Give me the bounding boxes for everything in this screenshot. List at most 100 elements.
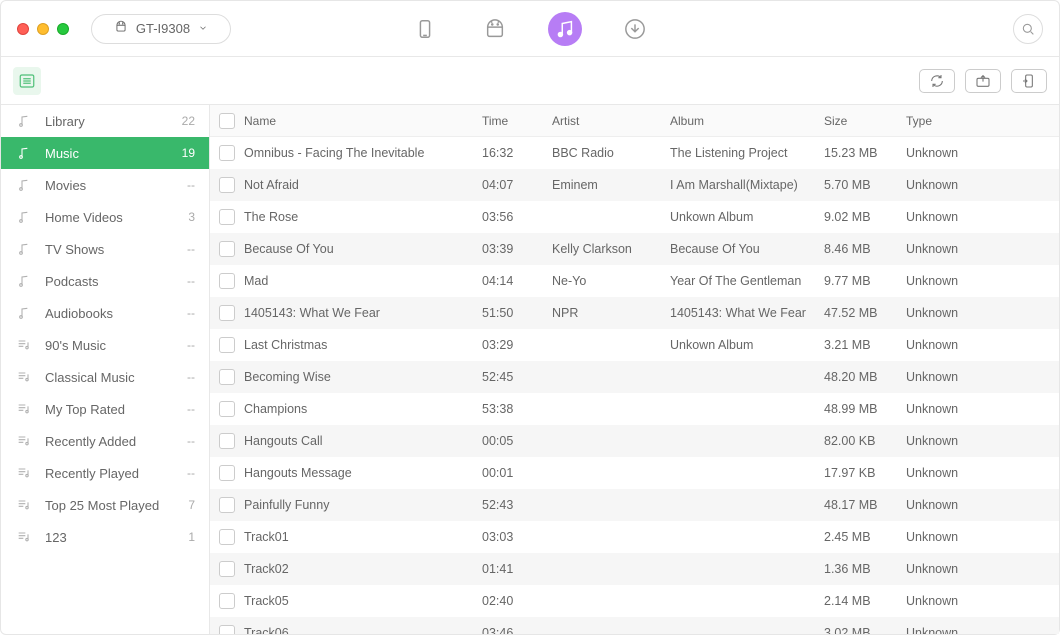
- sidebar-item[interactable]: Music 19: [1, 137, 209, 169]
- chevron-down-icon: [198, 21, 208, 36]
- sidebar-item-label: TV Shows: [45, 242, 175, 257]
- tab-downloads[interactable]: [618, 12, 652, 46]
- sidebar-item-label: 90's Music: [45, 338, 175, 353]
- close-window[interactable]: [17, 23, 29, 35]
- row-checkbox[interactable]: [219, 177, 235, 193]
- sidebar-item[interactable]: Movies --: [1, 169, 209, 201]
- sidebar-item[interactable]: 90's Music --: [1, 329, 209, 361]
- select-all-checkbox[interactable]: [219, 113, 235, 129]
- cell-time: 03:39: [482, 242, 552, 256]
- cell-type: Unknown: [904, 498, 1004, 512]
- cell-size: 5.70 MB: [824, 178, 904, 192]
- sidebar-item-label: My Top Rated: [45, 402, 175, 417]
- row-checkbox[interactable]: [219, 305, 235, 321]
- row-checkbox[interactable]: [219, 529, 235, 545]
- row-checkbox[interactable]: [219, 273, 235, 289]
- header-size[interactable]: Size: [824, 114, 904, 128]
- row-checkbox[interactable]: [219, 465, 235, 481]
- sidebar-item[interactable]: Library 22: [1, 105, 209, 137]
- music-note-icon: [15, 144, 33, 162]
- row-checkbox[interactable]: [219, 561, 235, 577]
- sidebar-toggle[interactable]: [13, 67, 41, 95]
- table-row[interactable]: Omnibus - Facing The Inevitable 16:32 BB…: [210, 137, 1059, 169]
- sidebar-item-label: Audiobooks: [45, 306, 175, 321]
- sidebar-item[interactable]: Podcasts --: [1, 265, 209, 297]
- tab-music[interactable]: [548, 12, 582, 46]
- minimize-window[interactable]: [37, 23, 49, 35]
- row-checkbox[interactable]: [219, 337, 235, 353]
- sidebar-item[interactable]: Recently Added --: [1, 425, 209, 457]
- row-checkbox[interactable]: [219, 625, 235, 634]
- sidebar-item[interactable]: Recently Played --: [1, 457, 209, 489]
- send-to-device-button[interactable]: [1011, 69, 1047, 93]
- cell-name: Track01: [244, 530, 482, 544]
- refresh-button[interactable]: [919, 69, 955, 93]
- table-row[interactable]: Champions 53:38 48.99 MB Unknown: [210, 393, 1059, 425]
- table-row[interactable]: Track01 03:03 2.45 MB Unknown: [210, 521, 1059, 553]
- sidebar-item[interactable]: 123 1: [1, 521, 209, 553]
- table-row[interactable]: Hangouts Message 00:01 17.97 KB Unknown: [210, 457, 1059, 489]
- maximize-window[interactable]: [57, 23, 69, 35]
- export-button[interactable]: [965, 69, 1001, 93]
- row-checkbox[interactable]: [219, 241, 235, 257]
- table-row[interactable]: Becoming Wise 52:45 48.20 MB Unknown: [210, 361, 1059, 393]
- toolbar: [1, 57, 1059, 105]
- row-checkbox[interactable]: [219, 209, 235, 225]
- cell-album: Unkown Album: [670, 210, 824, 224]
- tab-android[interactable]: [478, 12, 512, 46]
- cell-size: 48.17 MB: [824, 498, 904, 512]
- table-row[interactable]: Track02 01:41 1.36 MB Unknown: [210, 553, 1059, 585]
- row-checkbox[interactable]: [219, 401, 235, 417]
- row-checkbox[interactable]: [219, 593, 235, 609]
- cell-size: 48.20 MB: [824, 370, 904, 384]
- sidebar-item-count: --: [187, 242, 195, 256]
- cell-time: 52:43: [482, 498, 552, 512]
- to-device-icon: [1021, 73, 1037, 89]
- table-row[interactable]: Last Christmas 03:29 Unkown Album 3.21 M…: [210, 329, 1059, 361]
- cell-time: 16:32: [482, 146, 552, 160]
- music-note-icon: [15, 304, 33, 322]
- row-checkbox[interactable]: [219, 145, 235, 161]
- table-row[interactable]: Track06 03:46 3.02 MB Unknown: [210, 617, 1059, 634]
- cell-size: 15.23 MB: [824, 146, 904, 160]
- header-time[interactable]: Time: [482, 114, 552, 128]
- header-type[interactable]: Type: [904, 114, 1004, 128]
- table-row[interactable]: Not Afraid 04:07 Eminem I Am Marshall(Mi…: [210, 169, 1059, 201]
- playlist-icon: [15, 528, 33, 546]
- main: Library 22 Music 19 Movies -- Home Video…: [1, 105, 1059, 634]
- row-checkbox[interactable]: [219, 497, 235, 513]
- table-row[interactable]: Track05 02:40 2.14 MB Unknown: [210, 585, 1059, 617]
- sidebar-item[interactable]: Home Videos 3: [1, 201, 209, 233]
- sidebar-item[interactable]: Audiobooks --: [1, 297, 209, 329]
- sidebar-item-count: 7: [188, 498, 195, 512]
- sidebar-item[interactable]: TV Shows --: [1, 233, 209, 265]
- cell-name: Because Of You: [244, 242, 482, 256]
- music-note-icon: [15, 272, 33, 290]
- header-artist[interactable]: Artist: [552, 114, 670, 128]
- device-selector[interactable]: GT-I9308: [91, 14, 231, 44]
- row-checkbox[interactable]: [219, 369, 235, 385]
- header-album[interactable]: Album: [670, 114, 824, 128]
- playlist-icon: [15, 464, 33, 482]
- table-row[interactable]: Because Of You 03:39 Kelly Clarkson Beca…: [210, 233, 1059, 265]
- sidebar-item-label: Classical Music: [45, 370, 175, 385]
- sidebar-item-label: Podcasts: [45, 274, 175, 289]
- table-row[interactable]: Hangouts Call 00:05 82.00 KB Unknown: [210, 425, 1059, 457]
- table-row[interactable]: Mad 04:14 Ne-Yo Year Of The Gentleman 9.…: [210, 265, 1059, 297]
- table-row[interactable]: 1405143: What We Fear 51:50 NPR 1405143:…: [210, 297, 1059, 329]
- row-checkbox[interactable]: [219, 433, 235, 449]
- cell-size: 48.99 MB: [824, 402, 904, 416]
- table-row[interactable]: Painfully Funny 52:43 48.17 MB Unknown: [210, 489, 1059, 521]
- sidebar-item[interactable]: Top 25 Most Played 7: [1, 489, 209, 521]
- search-button[interactable]: [1013, 14, 1043, 44]
- tab-device[interactable]: [408, 12, 442, 46]
- sidebar-item-count: --: [187, 178, 195, 192]
- sidebar-item-count: 1: [188, 530, 195, 544]
- refresh-icon: [929, 73, 945, 89]
- sidebar-item[interactable]: Classical Music --: [1, 361, 209, 393]
- header-name[interactable]: Name: [244, 114, 482, 128]
- playlist-icon: [15, 432, 33, 450]
- sidebar-item[interactable]: My Top Rated --: [1, 393, 209, 425]
- cell-name: Track05: [244, 594, 482, 608]
- table-row[interactable]: The Rose 03:56 Unkown Album 9.02 MB Unkn…: [210, 201, 1059, 233]
